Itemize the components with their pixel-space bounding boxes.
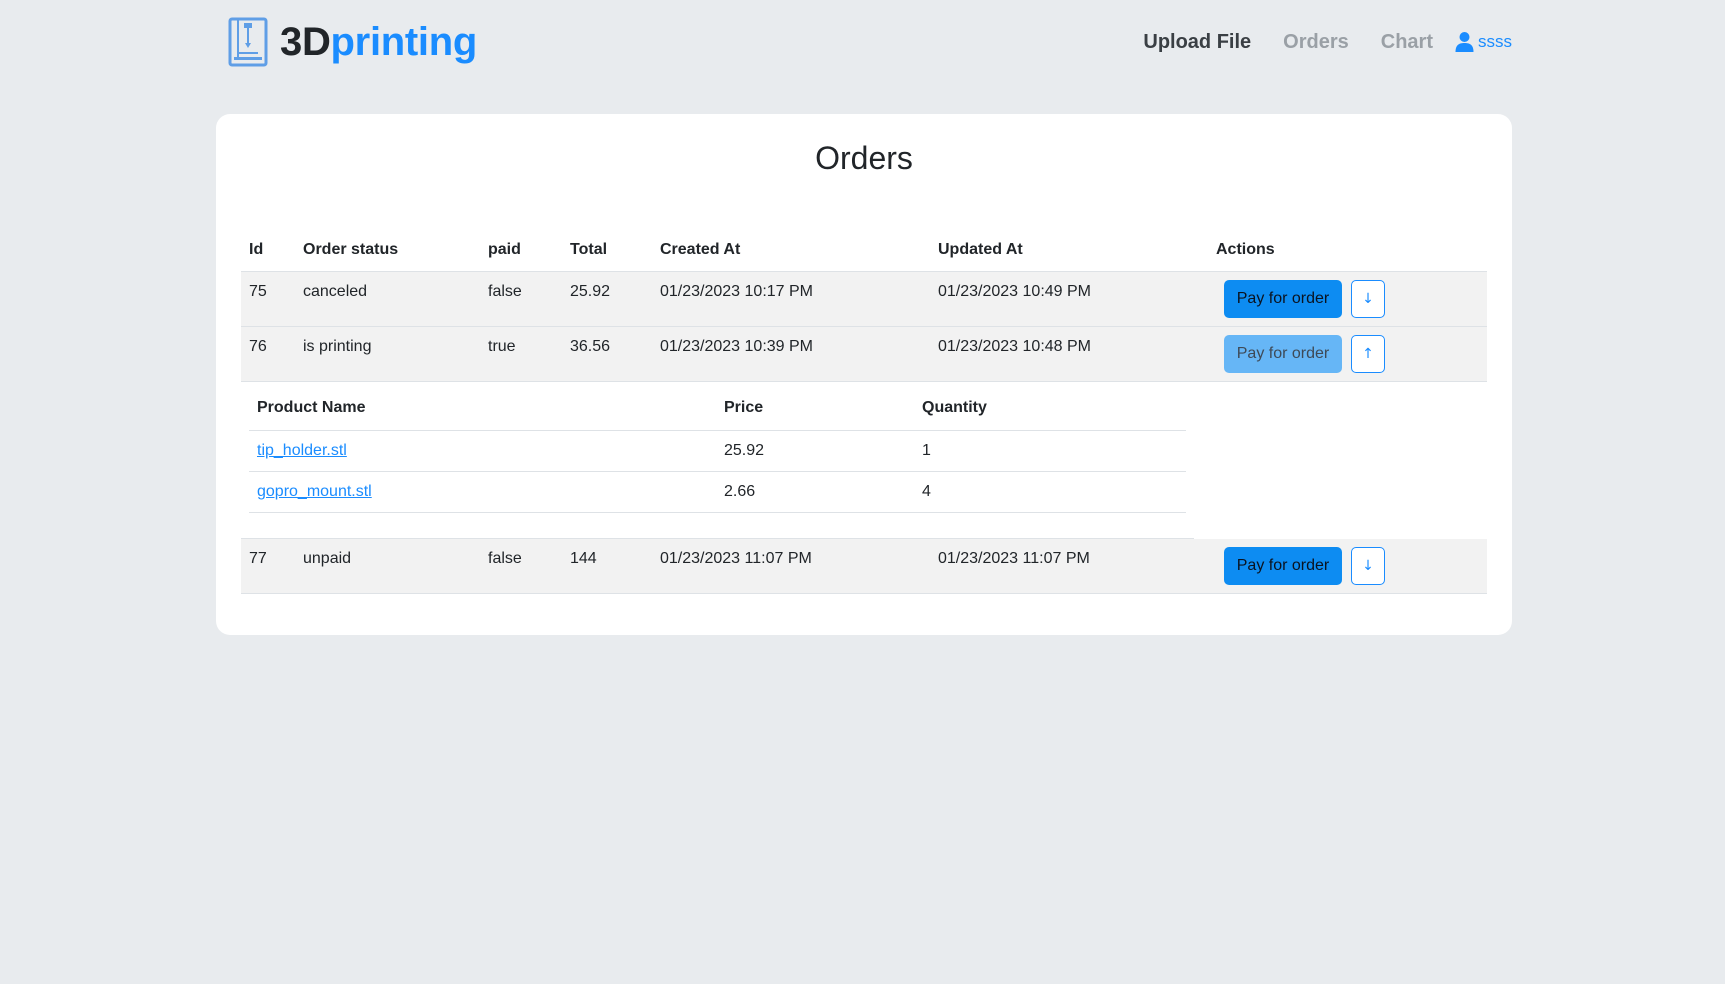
header-order-status: Order status [303, 241, 399, 258]
order-total: 25.92 [570, 283, 611, 300]
table-row: 75 canceled false 25.92 01/23/2023 10:17… [241, 272, 1487, 327]
expand-order-button[interactable]: ↓ [1351, 547, 1385, 585]
brand-name: 3Dprinting [280, 17, 477, 67]
orders-table: Id Order status paid Total Created At Up… [241, 236, 1487, 594]
order-created-at: 01/23/2023 10:39 PM [660, 338, 814, 355]
table-row: 76 is printing true 36.56 01/23/2023 10:… [241, 327, 1487, 382]
order-status: is printing [303, 338, 372, 355]
order-paid: false [488, 283, 522, 300]
order-status: canceled [303, 283, 368, 300]
main-nav: Upload File Orders Chart ssss [1111, 24, 1512, 60]
nav-orders[interactable]: Orders [1283, 31, 1349, 54]
user-icon [1455, 32, 1474, 52]
nav-chart[interactable]: Chart [1381, 31, 1433, 54]
table-row: 77 unpaid false 144 01/23/2023 11:07 PM … [241, 539, 1487, 594]
list-item: gopro_mount.stl 2.66 4 [249, 472, 1186, 513]
orders-table-header: Id Order status paid Total Created At Up… [241, 236, 1487, 272]
username: ssss [1478, 32, 1512, 51]
brand-prefix: 3D [280, 20, 331, 64]
order-id: 75 [249, 283, 267, 300]
order-id: 77 [249, 550, 267, 567]
order-details: Product Name Price Quantity tip_holder.s… [241, 382, 1487, 539]
product-price: 2.66 [724, 483, 756, 500]
pay-for-order-button[interactable]: Pay for order [1224, 547, 1342, 585]
pay-for-order-button[interactable]: Pay for order [1224, 335, 1342, 373]
header-paid: paid [488, 241, 521, 258]
header-updated-at: Updated At [938, 241, 1023, 258]
order-id: 76 [249, 338, 267, 355]
printer-icon [228, 17, 268, 67]
product-file-link[interactable]: gopro_mount.stl [257, 482, 372, 502]
header-price: Price [724, 399, 764, 416]
collapse-order-button[interactable]: ↑ [1351, 335, 1385, 373]
order-created-at: 01/23/2023 11:07 PM [660, 550, 812, 567]
header-quantity: Quantity [922, 399, 987, 416]
pay-for-order-button[interactable]: Pay for order [1224, 280, 1342, 318]
order-total: 36.56 [570, 338, 611, 355]
order-updated-at: 01/23/2023 10:48 PM [938, 338, 1092, 355]
order-updated-at: 01/23/2023 10:49 PM [938, 283, 1092, 300]
brand-logo[interactable]: 3Dprinting [228, 17, 477, 67]
product-quantity: 1 [922, 442, 931, 459]
product-file-link[interactable]: tip_holder.stl [257, 441, 347, 461]
header-total: Total [570, 241, 608, 258]
order-updated-at: 01/23/2023 11:07 PM [938, 550, 1090, 567]
header-actions: Actions [1216, 241, 1275, 258]
order-items-table: Product Name Price Quantity tip_holder.s… [249, 390, 1186, 513]
order-paid: false [488, 550, 522, 567]
order-items-header: Product Name Price Quantity [249, 390, 1186, 431]
order-paid: true [488, 338, 516, 355]
list-item: tip_holder.stl 25.92 1 [249, 431, 1186, 472]
page-title: Orders [815, 140, 913, 176]
user-menu[interactable]: ssss [1455, 31, 1512, 53]
orders-card: Orders Id Order status paid Total Create… [216, 114, 1512, 635]
order-status: unpaid [303, 550, 352, 567]
expand-order-button[interactable]: ↓ [1351, 280, 1385, 318]
header-created-at: Created At [660, 241, 741, 258]
order-created-at: 01/23/2023 10:17 PM [660, 283, 814, 300]
brand-suffix: printing [330, 20, 478, 64]
header-id: Id [249, 241, 264, 258]
header: 3Dprinting Upload File Orders Chart ssss [0, 0, 1725, 84]
product-quantity: 4 [922, 483, 931, 500]
nav-upload-file[interactable]: Upload File [1143, 31, 1251, 54]
order-total: 144 [570, 550, 597, 567]
header-product-name: Product Name [257, 399, 366, 416]
product-price: 25.92 [724, 442, 765, 459]
